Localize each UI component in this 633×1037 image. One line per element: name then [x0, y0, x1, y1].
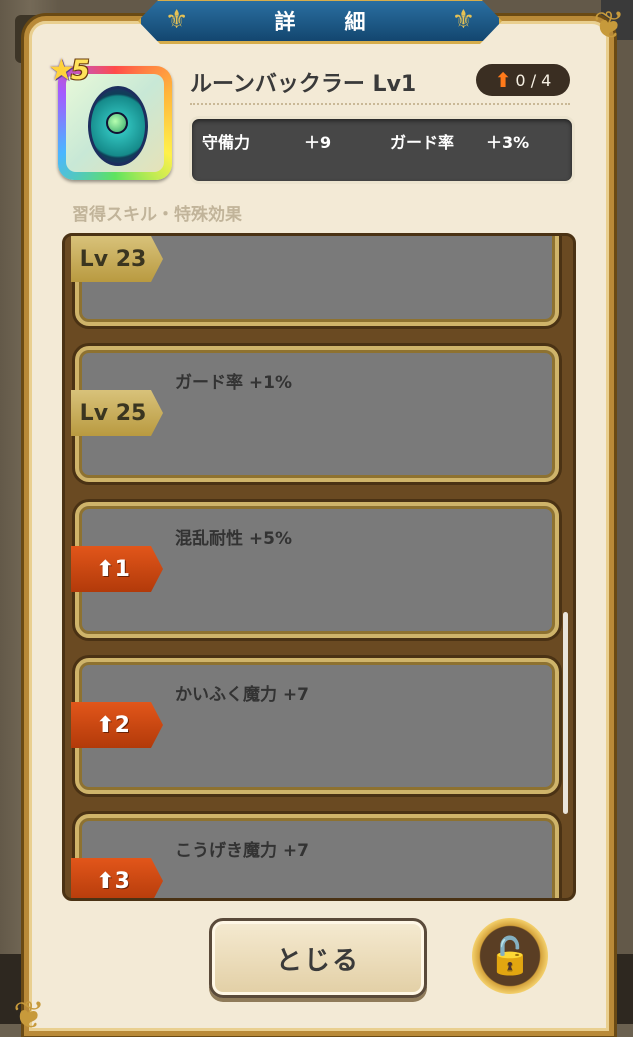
stat-value-defense: ＋9: [304, 133, 332, 152]
shield-gem-icon: [106, 112, 128, 134]
close-button[interactable]: とじる: [209, 918, 427, 998]
skill-text: かいふく魔力 +7: [175, 685, 309, 705]
stat-label-defense: 守備力: [202, 133, 251, 152]
stat-label-guard-rate: ガード率: [390, 133, 455, 152]
scrollbar[interactable]: [563, 612, 568, 814]
fleur-de-lis-icon: ⚜: [165, 5, 189, 35]
upgrade-tag-label: 2: [114, 712, 130, 738]
item-icon-background: [66, 74, 164, 172]
upgrade-tag-label: 3: [114, 868, 130, 894]
divider: [190, 103, 570, 105]
upgrade-tag: ⬆ 3: [71, 858, 163, 898]
rarity-number: 5: [70, 55, 90, 86]
corner-ornament-icon: ❦: [593, 3, 625, 47]
lock-icon: 🔓: [487, 936, 533, 977]
skill-text: ガード率 +1%: [175, 373, 293, 393]
dialog-title: 詳 細: [274, 10, 380, 34]
skill-list[interactable]: Lv 23 ガード率 +1% Lv 25 混乱耐性 +5% ⬆ 1 かいふく魔力 …: [62, 233, 576, 901]
upgrade-count: 0 / 4: [515, 70, 552, 90]
corner-ornament-icon: ❦: [13, 993, 45, 1037]
upgrade-arrow-icon: ⬆: [494, 68, 512, 92]
upgrade-arrow-icon: ⬆: [96, 556, 115, 582]
item-name: ルーンバックラー Lv1: [190, 72, 417, 97]
skill-text: こうげき魔力 +7: [175, 841, 309, 861]
fleur-de-lis-icon: ⚜: [451, 5, 475, 35]
upgrade-tag: ⬆ 1: [71, 546, 163, 592]
skill-text: 混乱耐性 +5%: [175, 529, 293, 549]
level-tag-label: Lv 23: [79, 246, 147, 272]
upgrade-arrow-icon: ⬆: [96, 712, 115, 738]
level-tag: Lv 25: [71, 390, 163, 436]
section-label: 習得スキル・特殊効果: [72, 205, 242, 225]
close-button-label: とじる: [275, 945, 360, 976]
level-tag-label: Lv 25: [79, 400, 147, 426]
upgrade-arrow-icon: ⬆: [96, 868, 115, 894]
stat-value-guard-rate: ＋3%: [486, 133, 530, 152]
upgrade-tag-label: 1: [114, 556, 130, 582]
upgrade-counter: ⬆ 0 / 4: [476, 64, 570, 96]
level-tag: Lv 23: [71, 236, 163, 282]
rarity-badge: ★ 5: [48, 55, 90, 86]
upgrade-tag: ⬆ 2: [71, 702, 163, 748]
title-banner: ⚜ 詳 細 ⚜: [138, 0, 502, 44]
lock-button[interactable]: 🔓: [472, 918, 548, 994]
stats-box: 守備力 ＋9 ガード率 ＋3%: [189, 116, 575, 184]
